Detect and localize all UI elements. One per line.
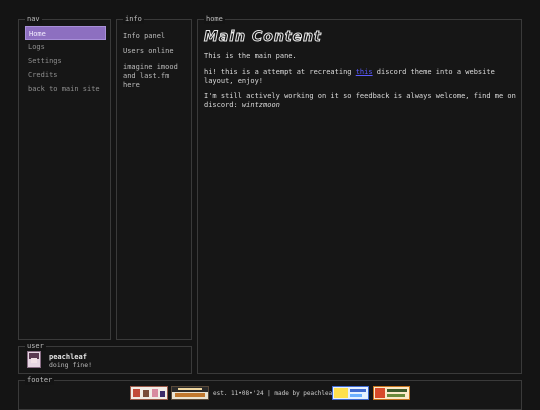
imood-lastfm-text: imagine imood and last.fm here: [123, 63, 178, 89]
nav-item-credits[interactable]: Credits: [25, 68, 106, 82]
neocities-badge-button[interactable]: [373, 386, 410, 400]
recreation-paragraph: hi! this is a attempt at recreating this…: [204, 68, 520, 86]
info-panel: info Info panel Users online imagine imo…: [116, 14, 192, 340]
nav-list: Home Logs Settings Credits back to main …: [25, 26, 106, 96]
nav-item-home[interactable]: Home: [25, 26, 106, 40]
users-online-text: Users online: [123, 47, 174, 55]
nav-legend: nav: [25, 14, 42, 24]
main-content-title: Main Content: [204, 29, 322, 46]
intro-paragraph: This is the main pane.: [204, 52, 297, 60]
avatar[interactable]: [27, 351, 41, 368]
footer-made-by-text: est. 11•08•'24 | made by peachleaf: [213, 390, 336, 397]
nav-item-back-to-main-site[interactable]: back to main site: [25, 82, 106, 96]
nav-item-logs[interactable]: Logs: [25, 40, 106, 54]
nav-panel: nav Home Logs Settings Credits back to m…: [18, 14, 111, 340]
feedback-paragraph: I'm still actively working on it so feed…: [204, 92, 520, 110]
web-badge-button[interactable]: [171, 386, 209, 400]
discord-username: wintzmoon: [241, 101, 280, 109]
nav-item-settings[interactable]: Settings: [25, 54, 106, 68]
user-status: doing fine!: [49, 361, 93, 369]
username: peachleaf: [49, 353, 87, 361]
pokemon-badge-button[interactable]: [332, 386, 369, 400]
footer-legend: footer: [25, 375, 55, 385]
recreation-text-start: hi! this is a attempt at recreating: [204, 68, 356, 76]
footer-panel: footer est. 11•08•'24 | made by peachlea…: [18, 375, 522, 410]
user-legend: user: [25, 341, 46, 351]
info-panel-text: Info panel: [123, 32, 166, 40]
home-legend: home: [204, 14, 225, 24]
info-legend: info: [123, 14, 144, 24]
home-panel: home Main Content This is the main pane.…: [197, 14, 522, 374]
pixel-character-button-badge[interactable]: [130, 386, 168, 400]
user-panel: user peachleaf doing fine!: [18, 341, 192, 374]
theme-link[interactable]: this: [356, 68, 373, 76]
